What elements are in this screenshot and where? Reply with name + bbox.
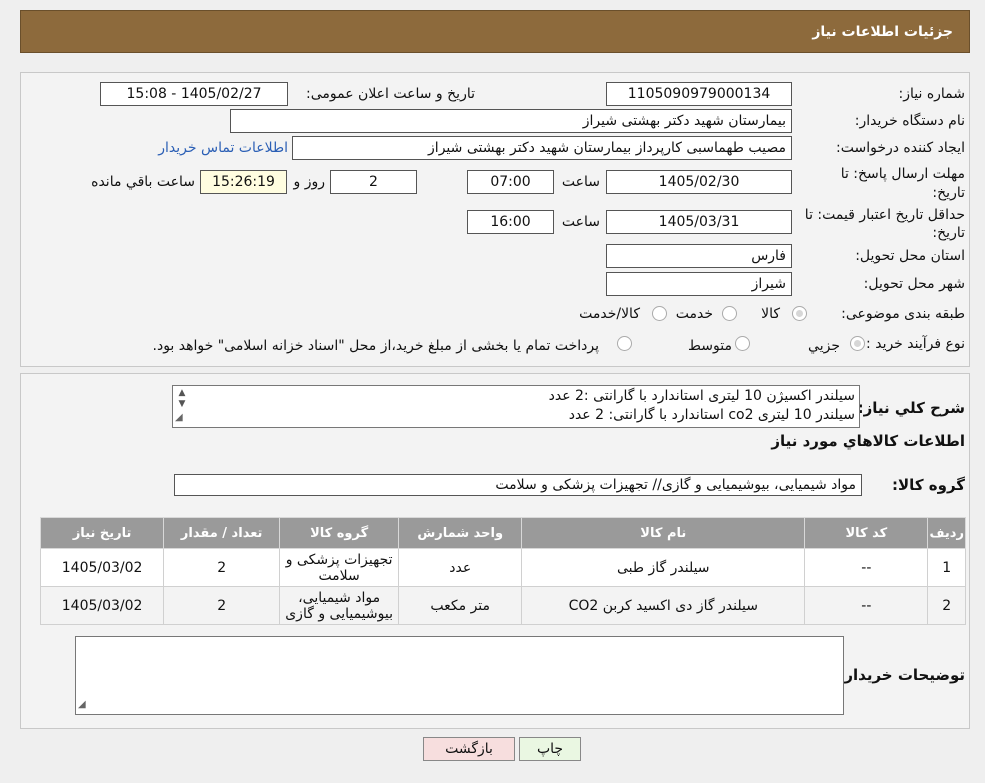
category-radio-goods[interactable] bbox=[792, 306, 807, 321]
buyer-notes-label: توضیحات خریدار: bbox=[838, 666, 965, 684]
process-note: پرداخت تمام یا بخشی از مبلغ خرید،از محل … bbox=[152, 338, 599, 354]
deadline-hour-label: ساعت bbox=[561, 174, 600, 190]
buyer-contact-link[interactable]: اطلاعات تماس خریدار bbox=[158, 140, 288, 156]
deadline-time-field: 07:00 bbox=[467, 170, 554, 194]
cell-name: سیلندر گاز طبی bbox=[521, 548, 806, 587]
process-radio-treasury[interactable] bbox=[617, 336, 632, 351]
cell-unit: عدد bbox=[398, 548, 523, 587]
description-line-2: سیلندر 10 لیتری co2 استاندارد با گارانتی… bbox=[568, 407, 855, 423]
validity-date-field: 1405/03/31 bbox=[606, 210, 792, 234]
validity-time-field: 16:00 bbox=[467, 210, 554, 234]
remaining-time-field: 15:26:19 bbox=[200, 170, 287, 194]
col-group: گروه کالا bbox=[279, 517, 400, 549]
city-label: شهر محل تحویل: bbox=[863, 276, 965, 292]
col-code: کد کالا bbox=[804, 517, 929, 549]
description-line-1: سیلندر اکسیژن 10 لیتری استاندارد با گارا… bbox=[548, 388, 855, 404]
goods-table: ردیف کد کالا نام کالا واحد شمارش گروه کا… bbox=[39, 517, 966, 625]
category-option-goods: کالا bbox=[761, 306, 780, 322]
resize-handle-icon[interactable]: ◢ bbox=[175, 408, 183, 427]
days-label: روز و bbox=[293, 174, 326, 190]
cell-row: 1 bbox=[927, 548, 966, 587]
need-number-label: شماره نیاز: bbox=[898, 86, 966, 102]
page-title: جزئیات اطلاعات نیاز bbox=[812, 23, 953, 40]
creator-label: ایجاد کننده درخواست: bbox=[836, 140, 965, 156]
announce-datetime-field: 1405/02/27 - 15:08 bbox=[100, 82, 288, 106]
cell-qty: 2 bbox=[163, 586, 281, 625]
goods-section-title: اطلاعات کالاهاي مورد نیاز bbox=[771, 432, 965, 450]
page-header: جزئیات اطلاعات نیاز bbox=[20, 10, 970, 53]
table-header-row: ردیف کد کالا نام کالا واحد شمارش گروه کا… bbox=[39, 517, 966, 549]
cell-date: 1405/03/02 bbox=[39, 586, 165, 625]
validity-label: حداقل تاریخ اعتبار قیمت: تا bbox=[804, 207, 965, 223]
buyer-org-field: بیمارستان شهید دکتر بهشتی شیراز bbox=[230, 109, 792, 133]
process-radio-minor[interactable] bbox=[850, 336, 865, 351]
cell-group: مواد شیمیایی، بیوشیمیایی و گازی bbox=[279, 586, 400, 625]
validity-label-date: تاریخ: bbox=[932, 225, 965, 241]
process-option-minor: جزیي bbox=[808, 338, 840, 354]
deadline-date-field: 1405/02/30 bbox=[606, 170, 792, 194]
scroll-arrows-icon[interactable]: ▲ ▼ bbox=[175, 388, 189, 410]
table-row: 1 -- سیلندر گاز طبی عدد تجهیزات پزشکی و … bbox=[39, 548, 966, 587]
deadline-label-date: تاریخ: bbox=[932, 185, 965, 201]
process-radio-medium[interactable] bbox=[735, 336, 750, 351]
cell-group: تجهیزات پزشکی و سلامت bbox=[279, 548, 400, 587]
remaining-label: ساعت باقي مانده bbox=[91, 174, 195, 190]
province-label: استان محل تحویل: bbox=[855, 248, 965, 264]
buyer-org-label: نام دستگاه خریدار: bbox=[854, 113, 965, 129]
goods-group-label: گروه کالا: bbox=[892, 476, 965, 494]
cell-name: سیلندر گاز دی اکسید کربن CO2 bbox=[521, 586, 806, 625]
category-option-goods-service: کالا/خدمت bbox=[579, 306, 640, 322]
need-number-field: 1105090979000134 bbox=[606, 82, 792, 106]
deadline-label: مهلت ارسال پاسخ: تا bbox=[840, 166, 965, 182]
cell-qty: 2 bbox=[163, 548, 281, 587]
creator-field: مصیب طهماسبی کارپرداز بیمارستان شهید دکت… bbox=[292, 136, 792, 160]
remaining-days-field: 2 bbox=[330, 170, 417, 194]
cell-date: 1405/03/02 bbox=[39, 548, 165, 587]
category-label: طبقه بندی موضوعی: bbox=[841, 306, 965, 322]
category-radio-goods-service[interactable] bbox=[652, 306, 667, 321]
col-row: ردیف bbox=[927, 517, 966, 549]
announce-label: تاریخ و ساعت اعلان عمومی: bbox=[306, 86, 475, 102]
category-option-service: خدمت bbox=[675, 306, 713, 322]
print-button[interactable]: چاپ bbox=[519, 737, 581, 761]
process-label: نوع فرآیند خرید : bbox=[866, 336, 965, 352]
validity-hour-label: ساعت bbox=[561, 214, 600, 230]
process-option-medium: متوسط bbox=[688, 338, 732, 354]
resize-handle-icon[interactable]: ◢ bbox=[78, 695, 86, 714]
table-row: 2 -- سیلندر گاز دی اکسید کربن CO2 متر مک… bbox=[39, 586, 966, 625]
description-textarea[interactable]: سیلندر اکسیژن 10 لیتری استاندارد با گارا… bbox=[172, 385, 860, 428]
cell-code: -- bbox=[804, 548, 929, 587]
description-label: شرح کلي نیاز: bbox=[857, 399, 965, 417]
col-name: نام کالا bbox=[521, 517, 806, 549]
col-date: تاریخ نیاز bbox=[39, 517, 165, 549]
cell-code: -- bbox=[804, 586, 929, 625]
back-button[interactable]: بازگشت bbox=[423, 737, 515, 761]
city-field: شیراز bbox=[606, 272, 792, 296]
col-qty: تعداد / مقدار bbox=[163, 517, 281, 549]
cell-unit: متر مکعب bbox=[398, 586, 523, 625]
buyer-notes-textarea[interactable]: ◢ bbox=[75, 636, 844, 715]
province-field: فارس bbox=[606, 244, 792, 268]
category-radio-service[interactable] bbox=[722, 306, 737, 321]
cell-row: 2 bbox=[927, 586, 966, 625]
col-unit: واحد شمارش bbox=[398, 517, 523, 549]
goods-group-field: مواد شیمیایی، بیوشیمیایی و گازی// تجهیزا… bbox=[174, 474, 862, 496]
